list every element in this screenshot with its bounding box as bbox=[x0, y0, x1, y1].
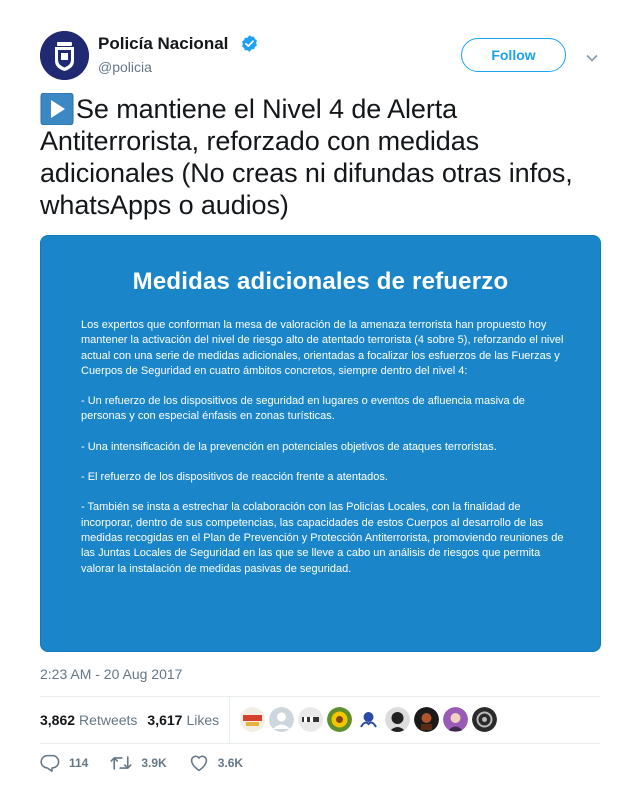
display-name[interactable]: Policía Nacional bbox=[98, 34, 228, 54]
retweet-icon bbox=[110, 756, 132, 770]
liker-avatar[interactable] bbox=[443, 707, 468, 732]
image-body: Los expertos que conforman la mesa de va… bbox=[81, 318, 571, 592]
liker-avatar[interactable] bbox=[414, 707, 439, 732]
likes-count: 3,617 bbox=[147, 712, 183, 728]
image-title: Medidas adicionales de refuerzo bbox=[132, 268, 509, 295]
likes-stat[interactable]: 3,617 Likes bbox=[147, 712, 219, 728]
follow-button[interactable]: Follow bbox=[461, 38, 566, 72]
divider bbox=[229, 697, 230, 743]
play-button-icon bbox=[40, 92, 74, 126]
chevron-down-icon[interactable] bbox=[586, 50, 598, 62]
avatar[interactable] bbox=[40, 31, 89, 80]
liker-avatar[interactable] bbox=[240, 707, 265, 732]
liker-avatar[interactable] bbox=[385, 707, 410, 732]
tweet-timestamp[interactable]: 2:23 AM - 20 Aug 2017 bbox=[40, 666, 182, 682]
liker-avatar[interactable] bbox=[269, 707, 294, 732]
tweet-actions: 114 3.9K 3.6K bbox=[40, 754, 265, 772]
reply-button[interactable]: 114 bbox=[40, 754, 88, 772]
liker-avatar[interactable] bbox=[298, 707, 323, 732]
user-handle[interactable]: @policia bbox=[98, 59, 152, 75]
heart-icon bbox=[190, 755, 207, 772]
retweets-stat[interactable]: 3,862 Retweets bbox=[40, 712, 137, 728]
like-button[interactable]: 3.6K bbox=[189, 754, 243, 772]
tweet-image[interactable]: Medidas adicionales de refuerzo Los expe… bbox=[40, 235, 601, 652]
liker-avatar[interactable] bbox=[356, 707, 381, 732]
image-paragraph: - Un refuerzo de los dispositivos de seg… bbox=[81, 395, 525, 423]
image-paragraph: - El refuerzo de los dispositivos de rea… bbox=[81, 471, 388, 484]
retweets-label: Retweets bbox=[79, 712, 138, 728]
retweets-count: 3,862 bbox=[40, 712, 76, 728]
tweet-text: Se mantiene el Nivel 4 de Alerta Antiter… bbox=[40, 92, 610, 221]
reply-count: 114 bbox=[69, 756, 89, 770]
retweet-count: 3.9K bbox=[141, 756, 167, 770]
retweet-button[interactable]: 3.9K bbox=[110, 754, 167, 772]
image-paragraph: - También se insta a estrechar la colabo… bbox=[81, 501, 564, 575]
reply-icon bbox=[40, 754, 60, 772]
liker-avatar[interactable] bbox=[472, 707, 497, 732]
liker-avatar[interactable] bbox=[327, 707, 352, 732]
verified-badge-icon bbox=[240, 34, 259, 53]
divider bbox=[40, 743, 600, 744]
image-paragraph: - Una intensificación de la prevención e… bbox=[81, 440, 497, 453]
tweet-body: Se mantiene el Nivel 4 de Alerta Antiter… bbox=[40, 94, 573, 220]
like-count: 3.6K bbox=[217, 756, 244, 770]
liker-avatars bbox=[240, 707, 501, 733]
image-paragraph: Los expertos que conforman la mesa de va… bbox=[81, 319, 564, 377]
tweet-stats: 3,862 Retweets 3,617 Likes bbox=[40, 697, 600, 743]
likes-label: Likes bbox=[186, 712, 220, 728]
